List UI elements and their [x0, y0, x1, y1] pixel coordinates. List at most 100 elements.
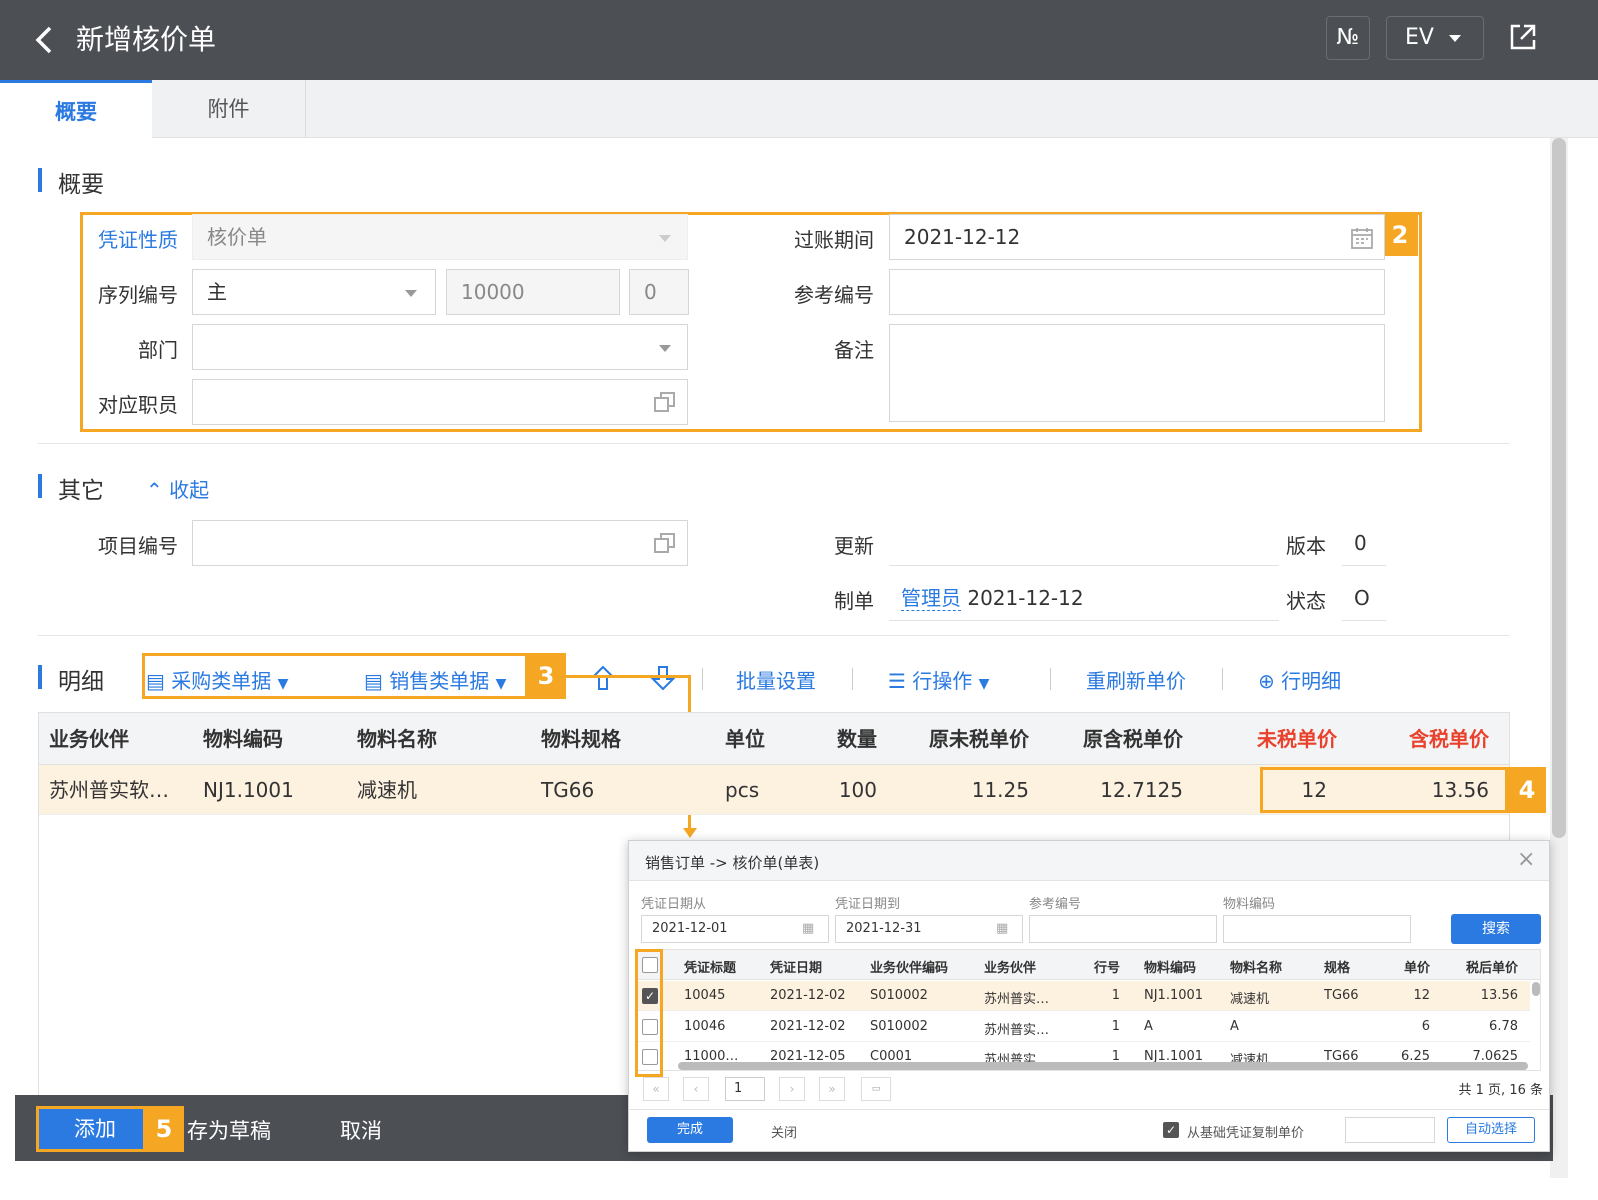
page-info: 共 1 页, 16 条 [1458, 1083, 1543, 1098]
divider [38, 635, 1510, 636]
version-value: 0 [1342, 520, 1386, 566]
date-to-input[interactable]: 2021-12-31 ▦ [835, 915, 1023, 943]
collapse-label: 收起 [169, 478, 210, 502]
divider [629, 1109, 1549, 1110]
last-page-icon[interactable]: » [819, 1077, 845, 1101]
prev-page-icon[interactable]: ‹ [683, 1077, 709, 1101]
ev-dropdown[interactable]: EV [1386, 16, 1484, 60]
filter-label: 参考编号 [1029, 897, 1082, 912]
purchase-docs-dropdown[interactable]: ▤ 采购类单据 ▼ [146, 665, 288, 694]
dept-label: 部门 [138, 338, 178, 362]
toolbar-separator [1050, 668, 1051, 690]
move-down-icon[interactable] [650, 664, 676, 692]
status-value: O [1342, 575, 1386, 621]
cancel-button[interactable]: 取消 [340, 1115, 382, 1145]
ref-label: 参考编号 [794, 283, 874, 307]
dialog-title: 销售订单 -> 核价单(单表) [645, 854, 820, 872]
chevron-down-icon [405, 290, 417, 297]
lookup-icon[interactable] [653, 531, 677, 555]
move-up-icon[interactable] [590, 664, 616, 692]
copy-price-checkbox[interactable]: ✓ [1163, 1122, 1179, 1138]
connector-line [566, 675, 690, 678]
vertical-scrollbar[interactable] [1532, 982, 1540, 996]
employee-label: 对应职员 [98, 393, 178, 417]
column-header: 单价 [1403, 961, 1430, 976]
tab-attachments[interactable]: 附件 [152, 80, 306, 138]
column-header: 业务伙伴 [984, 961, 1037, 976]
callout-badge-2: 2 [1382, 214, 1418, 256]
section-marker [38, 665, 42, 689]
collapse-button[interactable]: ⌃ 收起 [146, 474, 209, 503]
scrollbar-thumb[interactable] [1552, 138, 1566, 838]
search-button[interactable]: 搜索 [1451, 914, 1541, 944]
ref-number-input[interactable] [1029, 915, 1217, 943]
close-icon[interactable]: × [1517, 847, 1535, 872]
column-header: 原未税单价 [929, 727, 1029, 751]
table-cell: TG66 [1324, 988, 1359, 1003]
remark-textarea[interactable] [889, 324, 1385, 422]
table-cell: 100 [838, 778, 877, 802]
material-code-input[interactable] [1223, 915, 1411, 943]
page-size-icon[interactable]: ▭ [861, 1077, 891, 1101]
sales-docs-dropdown[interactable]: ▤ 销售类单据 ▼ [364, 665, 506, 694]
scrollbar[interactable] [1550, 138, 1568, 1178]
table-cell: 13.56 [1480, 988, 1518, 1003]
employee-input[interactable] [192, 379, 688, 425]
back-arrow-icon[interactable] [30, 22, 60, 58]
dialog-table-row[interactable]: ✓ 10045 2021-12-02 S010002 苏州普实… 1 NJ1.1… [638, 981, 1530, 1011]
column-header: 物料编码 [1144, 961, 1197, 976]
calendar-icon[interactable]: ▦ [802, 916, 814, 942]
save-draft-button[interactable]: 存为草稿 [187, 1115, 271, 1145]
table-cell: 苏州普实… [984, 992, 1050, 1007]
page-input[interactable]: 1 [725, 1077, 765, 1101]
project-input[interactable] [192, 520, 688, 566]
close-button[interactable]: 关闭 [771, 1122, 797, 1141]
ref-input[interactable] [889, 269, 1385, 315]
done-button[interactable]: 完成 [647, 1117, 733, 1143]
table-cell: pcs [725, 778, 760, 802]
column-header: 未税单价 [1257, 727, 1337, 751]
table-cell: TG66 [541, 778, 595, 802]
section-title-other: 其它 [58, 478, 104, 504]
auto-select-input[interactable] [1345, 1117, 1435, 1143]
auto-select-button[interactable]: 自动选择 [1447, 1117, 1535, 1143]
select-source-dialog: 销售订单 -> 核价单(单表) × 凭证日期从 凭证日期到 参考编号 物料编码 … [628, 840, 1550, 1152]
row-operations-dropdown[interactable]: ☰ 行操作 ▼ [888, 665, 989, 694]
table-cell: NJ1.1001 [1144, 988, 1204, 1003]
chevron-down-icon [1449, 35, 1461, 42]
posting-date-input[interactable]: 2021-12-12 [889, 214, 1385, 260]
first-page-icon[interactable]: « [643, 1077, 669, 1101]
calendar-icon[interactable]: ▦ [996, 916, 1008, 942]
horizontal-scrollbar[interactable] [678, 1062, 1528, 1070]
row-detail-button[interactable]: ⊕ 行明细 [1258, 665, 1341, 694]
table-cell: 2021-12-02 [770, 988, 846, 1003]
next-page-icon[interactable]: › [779, 1077, 805, 1101]
table-cell: A [1144, 1019, 1153, 1034]
purchase-docs-label: 采购类单据 [171, 669, 272, 693]
callout-badge-5: 5 [144, 1106, 184, 1152]
column-header: 含税单价 [1409, 727, 1489, 751]
date-from-input[interactable]: 2021-12-01 ▦ [641, 915, 829, 943]
table-cell: 减速机 [357, 778, 417, 802]
voucher-type-value: 核价单 [207, 225, 267, 249]
dept-select[interactable] [192, 324, 688, 370]
remark-label: 备注 [834, 338, 874, 362]
filter-label: 凭证日期从 [641, 897, 707, 912]
number-button[interactable]: № [1326, 16, 1370, 60]
dialog-table-row[interactable]: 10046 2021-12-02 S010002 苏州普实… 1 A A 6 6… [638, 1012, 1530, 1042]
export-icon[interactable] [1508, 22, 1538, 52]
serial-select[interactable]: 主 [192, 269, 436, 315]
table-cell: 1 [1111, 1019, 1120, 1034]
callout-badge-4: 4 [1508, 767, 1546, 813]
refresh-price-button[interactable]: 重刷新单价 [1086, 665, 1186, 694]
highlight-box-4 [1260, 767, 1508, 813]
dialog-table: 凭证标题 凭证日期 业务伙伴编码 业务伙伴 行号 物料编码 物料名称 规格 单价… [637, 949, 1541, 1071]
batch-settings-button[interactable]: 批量设置 [736, 665, 816, 694]
toolbar-separator [702, 668, 703, 690]
posting-date-value: 2021-12-12 [904, 225, 1021, 249]
update-value [889, 520, 1279, 566]
calendar-icon[interactable] [1350, 226, 1374, 250]
lookup-icon[interactable] [653, 390, 677, 414]
creator-user-link[interactable]: 管理员 [901, 586, 961, 611]
tab-summary[interactable]: 概要 [0, 80, 152, 138]
